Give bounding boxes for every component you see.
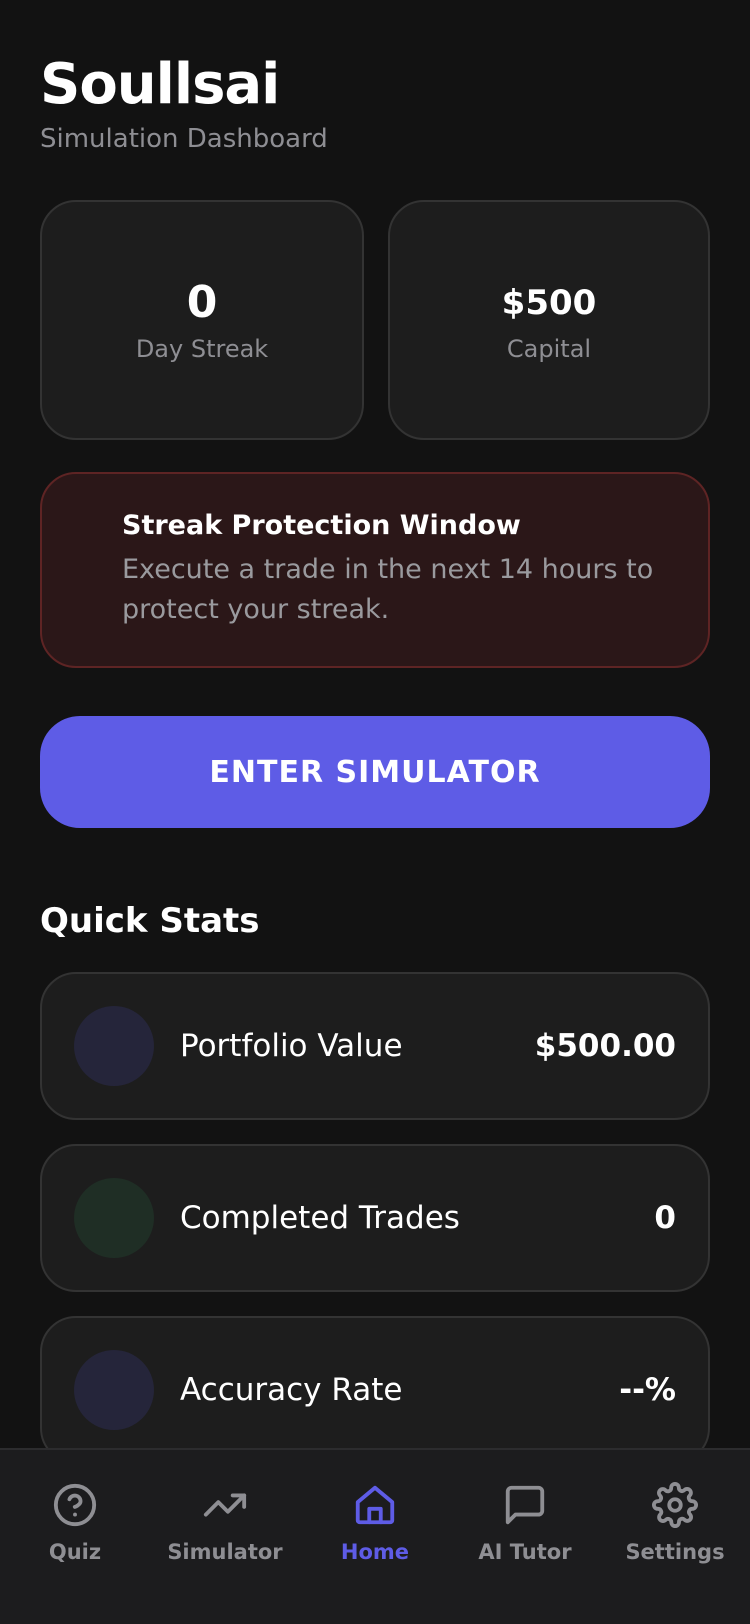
tab-label: Home [340,1540,410,1564]
tab-settings[interactable]: Settings [600,1450,750,1624]
warning-text: Execute a trade in the next 14 hours to … [122,554,654,625]
enter-simulator-button[interactable]: ENTER SIMULATOR [40,716,710,828]
stat-row-value: --% [619,1372,676,1408]
tab-simulator[interactable]: Simulator [150,1450,300,1624]
day-streak-label: Day Streak [135,335,269,363]
stat-row-label: Accuracy Rate [180,1372,403,1408]
home-icon [355,1485,395,1525]
app-title: Soullsai [40,52,280,117]
stat-row-value: 0 [654,1200,676,1236]
gear-icon [652,1482,698,1528]
capital-card: $500 Capital [388,200,710,440]
stat-row-accuracy-rate: Accuracy Rate --% [40,1316,710,1464]
day-streak-card: 0 Day Streak [40,200,364,440]
warning-title: Streak Protection Window [122,510,521,541]
trades-icon [74,1178,154,1258]
stat-row-label: Portfolio Value [180,1028,403,1064]
quick-stats-title: Quick Stats [40,901,260,941]
tab-label: Quiz [48,1540,102,1564]
bottom-tab-bar: Quiz Simulator Home AI Tutor Settings [0,1448,750,1624]
stat-row-portfolio-value: Portfolio Value $500.00 [40,972,710,1120]
stat-row-label: Completed Trades [180,1200,460,1236]
help-circle-icon [53,1483,97,1527]
capital-value: $500 [501,283,597,323]
streak-protection-banner: Streak Protection Window Execute a trade… [40,472,710,668]
accuracy-icon [74,1350,154,1430]
tab-label: Simulator [167,1540,283,1564]
header: Soullsai Simulation Dashboard [40,50,328,154]
tab-quiz[interactable]: Quiz [0,1450,150,1624]
capital-label: Capital [506,335,592,363]
stat-row-value: $500.00 [534,1028,676,1064]
tab-label: Settings [625,1540,725,1564]
portfolio-icon [74,1006,154,1086]
tab-ai-tutor[interactable]: AI Tutor [450,1450,600,1624]
tab-label: AI Tutor [478,1540,572,1564]
tab-home[interactable]: Home [300,1450,450,1624]
app-subtitle: Simulation Dashboard [40,124,328,154]
dashboard-screen: Soullsai Simulation Dashboard 0 Day Stre… [0,0,750,1624]
trending-up-icon [203,1493,247,1517]
day-streak-value: 0 [186,277,218,328]
chat-bubble-icon [505,1485,545,1525]
stat-row-completed-trades: Completed Trades 0 [40,1144,710,1292]
